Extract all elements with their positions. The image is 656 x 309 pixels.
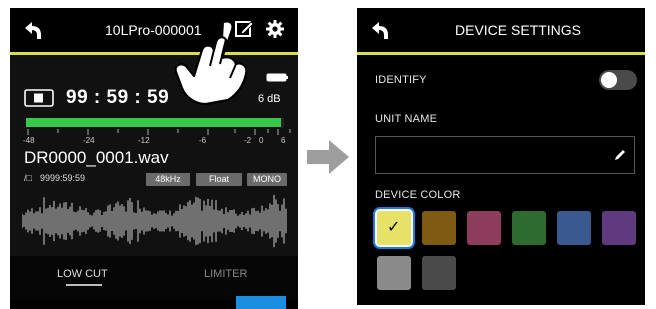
tab-limiter[interactable]: LIMITER <box>204 268 247 280</box>
identify-toggle[interactable] <box>599 70 637 90</box>
back-arrow-icon[interactable] <box>22 19 44 46</box>
color-swatch-5[interactable] <box>602 211 636 245</box>
color-swatch-4[interactable] <box>557 211 591 245</box>
function-tabs: LOW CUT LIMITER <box>10 256 298 300</box>
settings-header: DEVICE SETTINGS <box>357 8 645 55</box>
tab-low-cut[interactable]: LOW CUT <box>57 268 108 280</box>
remaining-time: 9999:59:59 <box>40 173 86 183</box>
color-swatch-2[interactable] <box>467 211 501 245</box>
scale-label-48: -48 <box>23 136 35 145</box>
device-color-label: DEVICE COLOR <box>375 189 461 201</box>
color-swatch-0[interactable]: ✓ <box>377 211 411 245</box>
file-name: DR0000_0001.wav <box>24 148 169 167</box>
pointing-hand-icon <box>172 18 252 113</box>
level-meter-fill <box>26 118 282 127</box>
check-icon: ✓ <box>387 217 401 236</box>
toggle-knob <box>601 72 617 88</box>
level-meter <box>26 118 284 127</box>
bit-depth-tag: Float <box>196 173 242 186</box>
file-icon: /□ <box>24 173 32 183</box>
scale-label-24: -24 <box>83 136 95 145</box>
scale-label-6: -6 <box>199 136 207 145</box>
color-swatch-7[interactable] <box>422 256 456 290</box>
sample-rate-tag: 48kHz <box>146 173 190 186</box>
battery-icon <box>266 69 288 87</box>
pencil-icon[interactable] <box>613 148 627 167</box>
scale-label-12: -12 <box>138 136 150 145</box>
blue-control-button[interactable] <box>236 296 286 309</box>
identify-label: IDENTIFY <box>375 74 427 86</box>
transition-arrow-icon <box>307 140 349 179</box>
stop-icon[interactable] <box>24 89 54 112</box>
active-tab-indicator <box>66 284 102 286</box>
timecode: 99 : 59 : 59 <box>66 87 170 108</box>
settings-title: DEVICE SETTINGS <box>455 22 582 38</box>
device-settings-screen: DEVICE SETTINGS IDENTIFY UNIT NAME DEVIC… <box>357 8 645 305</box>
waveform <box>22 194 287 248</box>
color-swatch-1[interactable] <box>422 211 456 245</box>
unit-name-field[interactable] <box>375 136 635 174</box>
scale-label-2: -2 <box>244 136 252 145</box>
color-swatch-6[interactable] <box>377 256 411 290</box>
meter-ticks <box>27 129 291 135</box>
unit-name-label: UNIT NAME <box>375 113 438 125</box>
back-arrow-icon[interactable] <box>369 19 391 46</box>
level-readout: 6 dB <box>258 93 281 105</box>
color-swatch-3[interactable] <box>512 211 546 245</box>
recorder-header: 10LPro-000001 <box>10 8 298 55</box>
scale-label-6-pos: 6 <box>281 136 286 145</box>
gear-icon[interactable] <box>265 19 285 44</box>
recorder-screen: 10LPro-000001 99 : 59 : 59 6 dB -48 -24 … <box>10 8 298 309</box>
channel-tag: MONO <box>247 173 287 186</box>
scale-label-0: 0 <box>259 136 264 145</box>
